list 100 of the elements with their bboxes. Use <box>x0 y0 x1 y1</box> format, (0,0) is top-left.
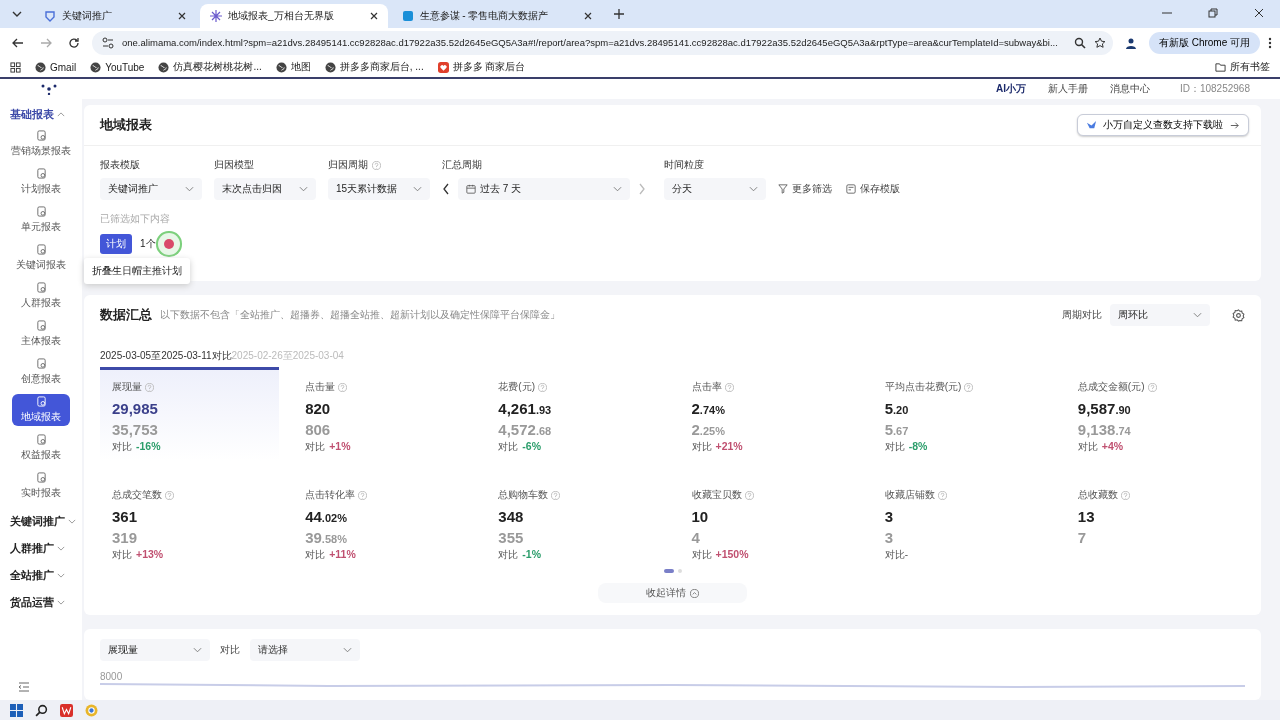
bookmark[interactable]: YouTube <box>90 61 145 73</box>
previous-period-icon[interactable] <box>442 183 450 195</box>
previous-value: 35,753 <box>112 421 159 438</box>
profile-icon[interactable] <box>1124 36 1137 49</box>
period-text: 2025-03-05至2025-03-11对比2025-02-26至2025-03-04 <box>100 349 345 363</box>
previous-value: 4 <box>691 529 701 546</box>
close-icon[interactable] <box>1254 8 1264 18</box>
report-icon <box>35 244 47 255</box>
header-link[interactable]: 新人手册 <box>1047 82 1088 96</box>
sidebar-item[interactable]: 主体报表 <box>12 318 70 350</box>
header-link[interactable]: 消息中心 <box>1109 82 1150 96</box>
filter-label: 报表模版 <box>100 158 141 172</box>
filter-select[interactable]: 分天 <box>664 178 766 200</box>
bookmark[interactable]: Gmail <box>35 61 77 73</box>
update-button[interactable]: 有新版 Chrome 可用 <box>1148 31 1260 54</box>
sidebar-item[interactable]: 地域报表 <box>12 394 70 426</box>
browser-tab[interactable]: 关键词推广 <box>34 4 196 28</box>
metric-card[interactable]: 平均点击花费(元) 5.20 5.67 对比 -8% <box>872 367 1052 461</box>
tab-list-icon[interactable] <box>12 11 22 17</box>
close-icon[interactable] <box>369 12 378 20</box>
previous-value: 4,572.68 <box>498 421 553 438</box>
collapse-link[interactable]: 收起详情 <box>598 583 747 603</box>
browser-tab[interactable]: 地域报表_万相台无界版 <box>200 4 388 28</box>
browser-tab[interactable]: 生意参谋 - 零售电商大数据产 <box>391 4 603 28</box>
bookmark[interactable]: 拼多多 商家后台 <box>437 60 526 74</box>
globe-icon <box>35 61 46 73</box>
sidebar-item[interactable]: 关键词报表 <box>12 242 70 274</box>
filtered-label: 已筛选如下内容 <box>100 212 171 226</box>
sidebar-item[interactable]: 权益报表 <box>12 432 70 464</box>
filter-chip[interactable]: 计划 <box>100 234 132 254</box>
close-icon[interactable] <box>584 12 593 20</box>
metric-card[interactable]: 总购物车数 348 355 对比 -1% <box>486 475 666 569</box>
sidebar-group[interactable]: 基础报表 <box>0 101 82 128</box>
dropdown-icon <box>193 647 202 653</box>
sidebar-item[interactable]: 计划报表 <box>12 166 70 198</box>
change-label: 对比 <box>691 548 712 562</box>
apps-icon[interactable] <box>10 61 21 73</box>
search-icon[interactable] <box>35 703 48 717</box>
assistant-link[interactable]: AI小万 <box>995 82 1026 96</box>
back-icon[interactable] <box>12 36 24 49</box>
sidebar-group[interactable]: 全站推广 <box>0 562 82 589</box>
filter-action[interactable]: 保存模版 <box>846 182 900 196</box>
change-label: 对比 <box>305 548 326 562</box>
new-tab-icon[interactable] <box>614 9 625 19</box>
restore-icon[interactable] <box>1208 8 1218 18</box>
settings-icon[interactable] <box>1232 308 1245 322</box>
filter-select[interactable]: 过去 7 天 <box>458 178 630 200</box>
site-settings-icon[interactable] <box>102 36 114 49</box>
download-promo-button[interactable]: 小万自定义查数支持下载啦 <box>1077 114 1249 136</box>
zoom-icon[interactable] <box>1073 36 1086 49</box>
sidebar-item[interactable]: 人群报表 <box>12 280 70 312</box>
metric-value: 820 <box>305 400 332 417</box>
globe-icon <box>158 61 170 73</box>
account-id: ID：108252968 <box>1179 82 1250 96</box>
filter-select[interactable]: 末次点击归因 <box>214 178 316 200</box>
metric-card[interactable]: 总收藏数 13 7 <box>1065 475 1245 569</box>
report-icon <box>35 168 47 179</box>
sidebar-group[interactable]: 关键词推广 <box>0 508 82 535</box>
metric-card[interactable]: 总成交金额(元) 9,587.90 9,138.74 对比 +4% <box>1065 367 1245 461</box>
page-title: 地域报表 <box>100 116 152 134</box>
filter-select[interactable]: 15天累计数据 <box>328 178 430 200</box>
metric-select[interactable]: 展现量 <box>100 639 210 661</box>
report-icon <box>35 130 47 141</box>
windows-icon[interactable] <box>10 703 23 717</box>
menu-icon[interactable] <box>1268 36 1272 49</box>
sidebar-item[interactable]: 实时报表 <box>12 470 70 502</box>
bird-icon <box>1086 119 1097 131</box>
metric-card[interactable]: 点击量 820 806 对比 +1% <box>293 367 473 461</box>
sidebar-group[interactable]: 货品运营 <box>0 589 82 616</box>
bookmark-star-icon[interactable] <box>1093 36 1106 49</box>
close-icon[interactable] <box>178 12 186 20</box>
metric-label: 总成交笔数 <box>112 488 162 502</box>
filter-action[interactable]: 更多筛选 <box>778 182 832 196</box>
shield-icon <box>44 10 56 22</box>
reload-icon[interactable] <box>68 36 80 49</box>
address-bar[interactable]: one.alimama.com/index.html?spm=a21dvs.28495141.cc92828ac.d17922a35.52d2645eGQ5A3a#!/report/area?spm=a21dvs.28495141.cc92828ac.d17922a35.52d2645eGQ5A3a&rptType=area&curTemplateId=subway&bi... <box>92 30 1113 55</box>
axis-label: 8000 <box>100 671 124 682</box>
metric-card[interactable]: 花费(元) 4,261.93 4,572.68 对比 -6% <box>486 367 666 461</box>
dropdown-icon <box>413 186 422 192</box>
forward-icon[interactable] <box>40 36 52 49</box>
metric-card[interactable]: 点击率 2.74% 2.25% 对比 +21% <box>679 367 859 461</box>
sidebar-item[interactable]: 单元报表 <box>12 204 70 236</box>
bookmark[interactable]: 仿真樱花树桃花树... <box>158 60 262 74</box>
compare-select[interactable]: 请选择 <box>250 639 360 661</box>
metric-card[interactable]: 收藏店铺数 3 3 对比- <box>872 475 1052 569</box>
app-icon[interactable] <box>60 703 73 717</box>
metric-card[interactable]: 收藏宝贝数 10 4 对比 +150% <box>679 475 859 569</box>
sidebar-item[interactable]: 营销场景报表 <box>12 128 70 160</box>
metric-card[interactable]: 总成交笔数 361 319 对比 +13% <box>100 475 280 569</box>
collapse-sidebar-icon[interactable] <box>18 682 30 692</box>
bookmark[interactable]: 拼多多商家后台, ... <box>324 60 424 74</box>
bookmark[interactable]: 地图 <box>275 60 311 74</box>
change-value: -8% <box>908 440 928 454</box>
compare-select[interactable]: 周环比 <box>1110 304 1210 326</box>
browser-icon[interactable] <box>85 703 98 717</box>
all-bookmarks[interactable]: 所有书签 <box>1215 60 1270 74</box>
sidebar-group[interactable]: 人群推广 <box>0 535 82 562</box>
sidebar-item[interactable]: 创意报表 <box>12 356 70 388</box>
metric-card[interactable]: 点击转化率 44.02% 39.58% 对比 +11% <box>293 475 473 569</box>
filter-select[interactable]: 关键词推广 <box>100 178 202 200</box>
